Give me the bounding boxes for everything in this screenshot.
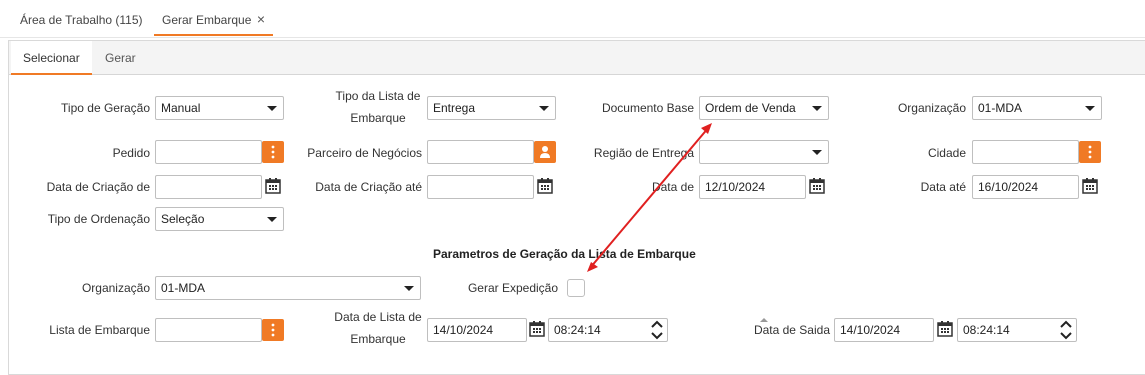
param-organizacao-label: Organização (81, 281, 150, 295)
chevron-down-icon (1079, 97, 1101, 119)
close-icon[interactable]: × (257, 7, 265, 31)
tab-area-de-trabalho[interactable]: Área de Trabalho (115) (12, 8, 151, 36)
cidade-input[interactable] (972, 140, 1079, 164)
data-de-input[interactable]: 12/10/2024 (699, 175, 806, 199)
kebab-menu-icon (1088, 145, 1092, 159)
label-line: Tipo da Lista de (335, 89, 421, 103)
kebab-menu-icon (271, 145, 275, 159)
tipo-geracao-select[interactable]: Manual (155, 96, 284, 120)
data-lista-label: Data de Lista de Embarque (328, 306, 428, 350)
pedido-label: Pedido (112, 146, 150, 160)
kebab-menu-icon (271, 323, 275, 337)
data-criacao-de-input[interactable] (155, 175, 262, 199)
data-de-label: Data de (651, 180, 694, 194)
documento-base-label: Documento Base (601, 101, 694, 115)
chevron-down-icon (806, 141, 828, 163)
label-line: Embarque (350, 332, 406, 346)
top-tab-bar: Área de Trabalho (115) Gerar Embarque × (0, 0, 1145, 38)
calendar-icon[interactable] (535, 176, 555, 196)
select-value: 01-MDA (978, 101, 1023, 115)
data-criacao-ate-label: Data de Criação até (315, 180, 422, 194)
parceiro-lookup-button[interactable] (534, 141, 556, 163)
tab-gerar[interactable]: Gerar (93, 41, 148, 75)
organizacao-select[interactable]: 01-MDA (972, 96, 1102, 120)
chevron-down-icon (261, 208, 283, 230)
select-value: Ordem de Venda (705, 101, 796, 115)
input-value: 12/10/2024 (705, 180, 766, 194)
pedido-lookup-button[interactable] (262, 141, 284, 163)
cidade-label: Cidade (927, 146, 966, 160)
tab-label: Gerar Embarque (162, 13, 252, 27)
tab-label: Gerar (105, 51, 136, 65)
documento-base-select[interactable]: Ordem de Venda (699, 96, 829, 120)
input-value: 08:24:14 (963, 323, 1010, 337)
select-value: Entrega (433, 101, 476, 115)
calendar-icon[interactable] (1080, 176, 1100, 196)
param-organizacao-select[interactable]: 01-MDA (155, 276, 421, 300)
parceiro-input[interactable] (427, 140, 534, 164)
cidade-lookup-button[interactable] (1079, 141, 1101, 163)
input-value: 08:24:14 (554, 323, 601, 337)
data-saida-label: Data de Saida (753, 323, 830, 337)
time-spinner-icon[interactable] (648, 319, 666, 341)
regiao-select[interactable] (699, 140, 829, 164)
select-value: 01-MDA (161, 281, 206, 295)
tipo-geracao-label: Tipo de Geração (61, 101, 150, 115)
data-criacao-ate-input[interactable] (427, 175, 534, 199)
tipo-lista-label: Tipo da Lista de Embarque (328, 85, 428, 129)
person-icon (540, 146, 550, 158)
tipo-lista-select[interactable]: Entrega (427, 96, 556, 120)
data-criacao-de-label: Data de Criação de (46, 180, 150, 194)
label-line: Embarque (350, 111, 406, 125)
data-saida-date-input[interactable]: 14/10/2024 (834, 318, 934, 342)
data-lista-date-input[interactable]: 14/10/2024 (427, 318, 527, 342)
sub-tab-bar: Selecionar Gerar (9, 41, 1145, 75)
time-spinner-icon[interactable] (1057, 319, 1075, 341)
parceiro-label: Parceiro de Negócios (307, 146, 422, 160)
calendar-icon[interactable] (263, 176, 283, 196)
regiao-label: Região de Entrega (593, 146, 694, 160)
input-value: 14/10/2024 (433, 323, 494, 337)
pedido-input[interactable] (155, 140, 262, 164)
gerar-expedicao-label: Gerar Expedição (467, 281, 558, 295)
tipo-ordenacao-label: Tipo de Ordenação (47, 212, 150, 226)
chevron-down-icon (533, 97, 555, 119)
tab-label: Área de Trabalho (115) (20, 13, 143, 27)
chevron-down-icon (261, 97, 283, 119)
organizacao-label: Organização (897, 101, 966, 115)
data-ate-label: Data até (920, 180, 966, 194)
chevron-down-icon (398, 277, 420, 299)
lista-embarque-input[interactable] (155, 318, 262, 342)
select-value: Manual (161, 101, 201, 115)
lista-embarque-lookup-button[interactable] (262, 319, 284, 341)
tipo-ordenacao-select[interactable]: Seleção (155, 207, 284, 231)
calendar-icon[interactable] (807, 176, 827, 196)
select-value: Seleção (161, 212, 205, 226)
calendar-icon[interactable] (935, 319, 955, 339)
calendar-icon[interactable] (527, 319, 547, 339)
gerar-expedicao-checkbox[interactable] (567, 279, 585, 297)
scroll-up-icon[interactable] (760, 318, 768, 322)
tab-label: Selecionar (23, 51, 80, 65)
label-line: Data de Lista de (334, 310, 422, 324)
tab-gerar-embarque[interactable]: Gerar Embarque × (154, 8, 273, 36)
params-section-title: Parametros de Geração da Lista de Embarq… (433, 247, 696, 261)
data-ate-input[interactable]: 16/10/2024 (972, 175, 1079, 199)
tab-selecionar[interactable]: Selecionar (11, 41, 92, 75)
input-value: 16/10/2024 (978, 180, 1039, 194)
input-value: 14/10/2024 (840, 323, 901, 337)
chevron-down-icon (806, 97, 828, 119)
lista-embarque-label: Lista de Embarque (49, 323, 150, 337)
